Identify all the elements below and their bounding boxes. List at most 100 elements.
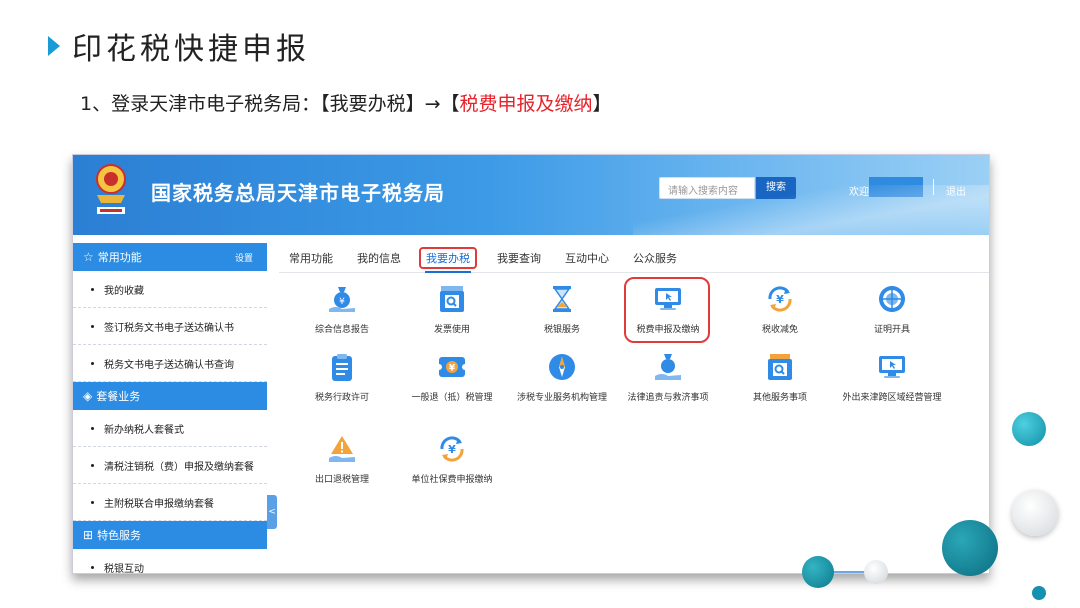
- service-label: 证明开具: [873, 325, 910, 335]
- slide-title: 印花税快捷申报: [48, 26, 310, 67]
- svg-text:¥: ¥: [449, 364, 456, 374]
- decorative-circle: [1012, 490, 1058, 536]
- service-item[interactable]: 外出来津跨区域经营管理: [835, 351, 949, 405]
- money-bag-icon: ¥: [326, 283, 358, 315]
- tab-interaction[interactable]: 互动中心: [565, 250, 609, 266]
- sidebar-section-title: 特色服务: [97, 529, 142, 542]
- sidebar: ☆ 常用功能 设置 我的收藏 签订税务文书电子送达确认书 税务文书电子送达确认书…: [73, 243, 267, 574]
- sidebar-item[interactable]: 税银互动: [73, 549, 267, 574]
- header-divider: [933, 179, 934, 195]
- instruction-suffix: 】: [592, 93, 612, 115]
- bullet-icon: [91, 565, 94, 569]
- star-icon: ☆: [83, 250, 94, 264]
- yuan-ticket-icon: ¥: [436, 351, 468, 383]
- sidebar-item-label: 签订税务文书电子送达确认书: [104, 322, 234, 334]
- layers-icon: ◈: [83, 389, 93, 403]
- instruction-text: 1、登录天津市电子税务局：【我要办税】→【税费申报及缴纳】: [80, 89, 612, 116]
- sidebar-item-label: 税务文书电子送达确认书查询: [104, 359, 234, 371]
- sidebar-section-packages[interactable]: ◈ 套餐业务: [73, 382, 267, 410]
- instruction-highlight: 税费申报及缴纳: [459, 93, 593, 115]
- hourglass-icon: [546, 283, 578, 315]
- compass-icon: [546, 351, 578, 383]
- sidebar-section-title: 常用功能: [97, 251, 142, 264]
- service-item[interactable]: 其他服务事项: [723, 351, 837, 405]
- svg-text:¥: ¥: [339, 297, 345, 307]
- sidebar-item-label: 主附税联合申报缴纳套餐: [104, 498, 214, 510]
- service-item[interactable]: 法律追责与救济事项: [611, 351, 725, 405]
- search-input[interactable]: 请输入搜索内容: [659, 177, 755, 199]
- main-panel: 常用功能 我的信息 我要办税 我要查询 互动中心 公众服务 ¥ 综合信息报告 发票使…: [279, 243, 989, 573]
- service-label: 其他服务事项: [752, 393, 807, 403]
- svg-text:¥: ¥: [776, 293, 784, 306]
- sidebar-item[interactable]: 签订税务文书电子送达确认书: [73, 308, 267, 345]
- tab-my-info[interactable]: 我的信息: [357, 250, 401, 266]
- service-label: 外出来津跨区域经营管理: [842, 393, 942, 403]
- portal-banner: 国家税务总局天津市电子税务局 请输入搜索内容 搜索 欢迎, 退出: [73, 155, 989, 235]
- service-item[interactable]: ¥ 综合信息报告: [285, 283, 399, 337]
- decorative-circle: [1032, 586, 1046, 600]
- service-label: 税银服务: [543, 325, 580, 335]
- service-label: 法律追责与救济事项: [627, 393, 709, 403]
- portal-screenshot: 国家税务总局天津市电子税务局 请输入搜索内容 搜索 欢迎, 退出 ☆ 常用功能 …: [72, 154, 990, 574]
- service-item[interactable]: 税务行政许可: [285, 351, 399, 405]
- sidebar-collapse-button[interactable]: <: [267, 495, 277, 529]
- sidebar-item[interactable]: 清税注销税（费）申报及缴纳套餐: [73, 447, 267, 484]
- tab-public-service[interactable]: 公众服务: [633, 250, 677, 266]
- yuan-cycle-icon: ¥: [436, 433, 468, 465]
- register-search-icon: [764, 351, 796, 383]
- sidebar-section-title: 套餐业务: [96, 390, 141, 403]
- bullet-icon: [91, 426, 94, 430]
- slide-title-text: 印花税快捷申报: [72, 32, 310, 67]
- search-button[interactable]: 搜索: [756, 177, 796, 199]
- service-item[interactable]: ¥ 单位社保费申报缴纳: [395, 433, 509, 487]
- sidebar-section-common[interactable]: ☆ 常用功能 设置: [73, 243, 267, 271]
- service-label: 一般退（抵）税管理: [411, 393, 493, 403]
- sidebar-item[interactable]: 主附税联合申报缴纳套餐: [73, 484, 267, 521]
- tab-label: 我要办税: [426, 251, 470, 265]
- svg-text:¥: ¥: [448, 443, 456, 456]
- invoice-search-icon: [436, 283, 468, 315]
- triangle-marker-icon: [48, 36, 60, 56]
- service-item[interactable]: 证明开具: [835, 283, 949, 337]
- tab-common[interactable]: 常用功能: [289, 250, 333, 266]
- site-title: 国家税务总局天津市电子税务局: [151, 181, 445, 205]
- bullet-icon: [91, 361, 94, 365]
- tab-tax-handling[interactable]: 我要办税: [419, 246, 477, 273]
- monitor-cursor-icon: [876, 351, 908, 383]
- service-item[interactable]: ¥ 一般退（抵）税管理: [395, 351, 509, 405]
- logout-link[interactable]: 退出: [946, 183, 966, 198]
- welcome-text: 欢迎,: [849, 187, 873, 198]
- hand-bag-icon: [652, 351, 684, 383]
- service-item[interactable]: ¥ 税收减免: [723, 283, 837, 337]
- grid-icon: ⊞: [83, 528, 94, 542]
- service-item[interactable]: 出口退税管理: [285, 433, 399, 487]
- sidebar-section-featured[interactable]: ⊞ 特色服务: [73, 521, 267, 549]
- sidebar-item[interactable]: 新办纳税人套餐式: [73, 410, 267, 447]
- sidebar-item-label: 我的收藏: [104, 285, 144, 297]
- bullet-icon: [91, 287, 94, 291]
- tax-emblem-icon: [96, 164, 126, 214]
- service-item[interactable]: 税银服务: [505, 283, 619, 337]
- service-item[interactable]: 发票使用: [395, 283, 509, 337]
- service-item[interactable]: 涉税专业服务机构管理: [505, 351, 619, 405]
- sidebar-item-label: 税银互动: [104, 563, 144, 574]
- service-label: 税务行政许可: [314, 393, 369, 403]
- service-label: 综合信息报告: [314, 325, 369, 335]
- settings-link[interactable]: 设置: [235, 251, 253, 264]
- sidebar-item[interactable]: 我的收藏: [73, 271, 267, 308]
- tab-query[interactable]: 我要查询: [497, 250, 541, 266]
- decorative-circle: [864, 560, 888, 584]
- bullet-icon: [91, 500, 94, 504]
- service-label: 出口退税管理: [314, 475, 369, 485]
- service-label: 单位社保费申报缴纳: [411, 475, 493, 485]
- globe-certificate-icon: [876, 283, 908, 315]
- active-tab-underline: [425, 270, 471, 273]
- clipboard-icon: [326, 351, 358, 383]
- decorative-circle: [942, 520, 998, 576]
- bullet-icon: [91, 324, 94, 328]
- target-highlight-box: [624, 277, 710, 343]
- username-redaction: [869, 177, 923, 197]
- sidebar-item[interactable]: 税务文书电子送达确认书查询: [73, 345, 267, 382]
- tab-bar: 常用功能 我的信息 我要办税 我要查询 互动中心 公众服务: [279, 243, 989, 273]
- sidebar-item-label: 新办纳税人套餐式: [104, 424, 184, 436]
